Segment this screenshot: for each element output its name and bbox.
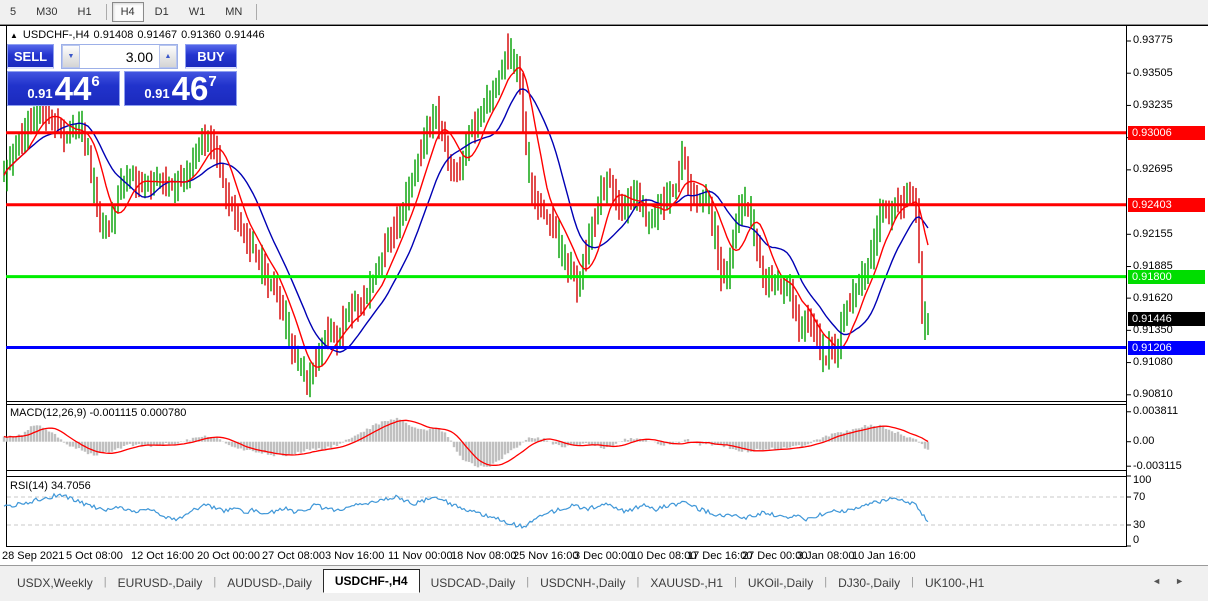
chart-tab-bar: USDX,Weekly|EURUSD-,Daily|AUDUSD-,DailyU… <box>0 565 1208 601</box>
timeframe-button-mn[interactable]: MN <box>216 2 251 22</box>
time-axis-label: 20 Oct 00:00 <box>197 550 260 562</box>
time-axis-label: 27 Oct 08:00 <box>262 550 325 562</box>
sell-price-sup: 6 <box>91 73 99 90</box>
volume-input[interactable] <box>80 45 159 68</box>
buy-price-panel[interactable]: 0.91 46 7 <box>124 71 237 106</box>
toolbar-separator <box>256 4 257 20</box>
axis-label: 0.93775 <box>1133 34 1173 46</box>
sell-price-big: 44 <box>55 72 92 105</box>
axis-label: -0.003115 <box>1133 460 1182 472</box>
time-axis-label: 25 Nov 16:00 <box>513 550 578 562</box>
rsi-pane-label: RSI(14) 34.7056 <box>10 480 91 492</box>
tab-usdcnh-daily[interactable]: USDCNH-,Daily <box>529 574 636 593</box>
ohlc-open: 0.91408 <box>94 29 134 41</box>
ohlc-low: 0.91360 <box>181 29 221 41</box>
sell-button[interactable]: SELL <box>7 44 54 69</box>
axis-label: 0.00 <box>1133 435 1154 447</box>
buy-button[interactable]: BUY <box>185 44 237 69</box>
axis-label: 70 <box>1133 491 1145 503</box>
time-axis-label: 11 Nov 00:00 <box>388 550 453 562</box>
time-axis-label: 10 Jan 16:00 <box>852 550 916 562</box>
axis-label: 0.90810 <box>1133 388 1173 400</box>
timeframe-button-5[interactable]: 5 <box>1 2 25 22</box>
axis-label: 0.92695 <box>1133 163 1173 175</box>
axis-label: 0.93235 <box>1133 99 1173 111</box>
time-axis-label: 18 Nov 08:00 <box>451 550 516 562</box>
sell-price-panel[interactable]: 0.91 44 6 <box>7 71 120 106</box>
time-axis-label: 5 Oct 08:00 <box>66 550 123 562</box>
tab-scroll-left-icon[interactable]: ◄ <box>1152 576 1175 586</box>
chart-header: ▲ USDCHF-,H4 0.914080.91467 0.91360 0.91446 <box>10 29 269 41</box>
axis-label: 0.91080 <box>1133 356 1173 368</box>
axis-label: 100 <box>1133 474 1151 486</box>
macd-name: MACD(12,26,9) <box>10 407 86 419</box>
macd-pane-label: MACD(12,26,9) -0.001115 0.000780 <box>10 407 186 419</box>
collapse-triangle-icon[interactable]: ▲ <box>10 31 18 40</box>
axis-label: 0.92155 <box>1133 228 1173 240</box>
ohlc-high: 0.91467 <box>137 29 177 41</box>
axis-label: 30 <box>1133 519 1145 531</box>
chart-tabs: USDX,Weekly|EURUSD-,Daily|AUDUSD-,DailyU… <box>6 570 995 593</box>
tab-xauusd-h1[interactable]: XAUUSD-,H1 <box>639 574 734 593</box>
axis-label: 0.91620 <box>1133 292 1173 304</box>
axis-label: 0 <box>1133 534 1139 546</box>
time-axis-label: 28 Sep 2021 <box>2 550 64 562</box>
axis-label: 0.003811 <box>1133 405 1178 417</box>
price-level-label: 0.91206 <box>1128 341 1205 355</box>
time-axis-label: 3 Dec 00:00 <box>574 550 633 562</box>
tab-usdx-weekly[interactable]: USDX,Weekly <box>6 574 104 593</box>
volume-stepper: ▼ ▲ <box>61 44 178 69</box>
macd-value2: 0.000780 <box>140 407 186 419</box>
price-level-label: 0.93006 <box>1128 126 1205 140</box>
timeframe-toolbar: 5M30H1 H4D1W1MN <box>0 0 1208 25</box>
time-axis-label: 12 Oct 16:00 <box>131 550 194 562</box>
volume-decrease-button[interactable]: ▼ <box>62 45 80 68</box>
buy-price-big: 46 <box>172 72 209 105</box>
one-click-trading-widget: SELL ▼ ▲ BUY 0.91 44 6 0.91 46 7 <box>7 44 237 106</box>
axis-label: 0.93505 <box>1133 67 1173 79</box>
sell-price-base: 0.91 <box>27 86 52 101</box>
rsi-name: RSI(14) <box>10 480 48 492</box>
timeframe-button-w1[interactable]: W1 <box>180 2 215 22</box>
time-axis-label: 3 Jan 08:00 <box>797 550 855 562</box>
trading-terminal-window: 5M30H1H4D1W1MN ▲USDCHF-,H40.914080.91467… <box>0 0 1208 601</box>
tab-scroll-right-icon[interactable]: ► <box>1175 576 1198 586</box>
arrow-down-icon: ▼ <box>68 53 75 60</box>
chart-symbol-period: USDCHF-,H4 <box>23 29 90 41</box>
ohlc-close: 0.91446 <box>225 29 265 41</box>
volume-increase-button[interactable]: ▲ <box>159 45 177 68</box>
arrow-up-icon: ▲ <box>165 53 172 60</box>
timeframe-button-m30[interactable]: M30 <box>27 2 66 22</box>
tab-eurusd-daily[interactable]: EURUSD-,Daily <box>107 574 214 593</box>
buy-price-base: 0.91 <box>144 86 169 101</box>
tab-usdcad-daily[interactable]: USDCAD-,Daily <box>420 574 527 593</box>
tab-audusd-daily[interactable]: AUDUSD-,Daily <box>216 574 323 593</box>
buy-price-sup: 7 <box>208 73 216 90</box>
time-axis-label: 3 Nov 16:00 <box>325 550 384 562</box>
price-level-label: 0.92403 <box>1128 198 1205 212</box>
tab-dj30-daily[interactable]: DJ30-,Daily <box>827 574 911 593</box>
macd-value1: -0.001115 <box>89 407 137 419</box>
price-level-label: 0.91800 <box>1128 270 1205 284</box>
rsi-value: 34.7056 <box>51 480 91 492</box>
price-level-label: 0.91446 <box>1128 312 1205 326</box>
tab-ukoil-daily[interactable]: UKOil-,Daily <box>737 574 824 593</box>
timeframe-button-h4[interactable]: H4 <box>112 2 144 22</box>
tab-uk100-h1[interactable]: UK100-,H1 <box>914 574 995 593</box>
timeframe-button-h1[interactable]: H1 <box>69 2 101 22</box>
timeframe-button-d1[interactable]: D1 <box>146 2 178 22</box>
toolbar-separator <box>106 4 107 20</box>
tab-usdchf-h4[interactable]: USDCHF-,H4 <box>323 569 420 593</box>
